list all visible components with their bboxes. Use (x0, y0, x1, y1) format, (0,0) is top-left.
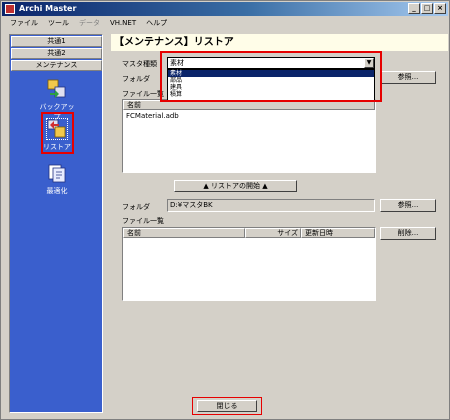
minimize-button[interactable]: _ (408, 3, 420, 14)
maximize-button[interactable]: □ (421, 3, 433, 14)
nav-tab-maintenance[interactable]: メンテナンス (11, 60, 102, 71)
backup-icon (47, 79, 66, 98)
dest-col-size[interactable]: サイズ (245, 228, 301, 238)
master-type-label: マスタ種類 (122, 60, 157, 68)
source-browse-button[interactable]: 参照... (380, 71, 436, 84)
app-icon (5, 4, 15, 14)
nav-panel: 共通1 共通2 メンテナンス バックアップ リストア 最適化 (9, 34, 103, 413)
start-restore-button[interactable]: ▲ リストアの開始 ▲ (174, 180, 297, 192)
title-bar: Archi Master _ □ × (2, 2, 448, 16)
menu-file[interactable]: ファイル (5, 18, 43, 28)
delete-button[interactable]: 削除... (380, 227, 436, 240)
nav-item-optimize[interactable]: 最適化 (37, 163, 77, 196)
restore-highlight-box (41, 112, 74, 154)
source-file-list[interactable]: 名前 FCMaterial.adb (122, 99, 376, 173)
master-type-highlight-box (160, 51, 382, 102)
menu-vhnet[interactable]: VH.NET (105, 19, 141, 27)
dest-file-list[interactable]: 名前 サイズ 更新日時 (122, 227, 376, 301)
menu-tools[interactable]: ツール (43, 18, 74, 28)
dest-filelist-label: ファイル一覧 (122, 217, 164, 225)
optimize-icon (48, 164, 66, 183)
source-filelist-label: ファイル一覧 (122, 90, 164, 98)
dest-folder-label: フォルダ (122, 203, 150, 211)
nav-tab-common2[interactable]: 共通2 (11, 48, 102, 59)
dest-folder-field[interactable]: D:¥マスタBK (167, 199, 375, 212)
nav-tab-common1[interactable]: 共通1 (11, 36, 102, 47)
page-title: 【メンテナンス】リストア (111, 34, 448, 51)
dest-browse-button[interactable]: 参照... (380, 199, 436, 212)
list-item[interactable]: FCMaterial.adb (126, 112, 179, 120)
close-window-button[interactable]: × (434, 3, 446, 14)
dest-col-modified[interactable]: 更新日時 (301, 228, 375, 238)
menu-help[interactable]: ヘルプ (141, 18, 172, 28)
close-highlight-box (192, 397, 262, 415)
dest-col-name[interactable]: 名前 (123, 228, 245, 238)
nav-item-optimize-label: 最適化 (46, 187, 68, 195)
source-folder-label: フォルダ (122, 75, 150, 83)
menu-data[interactable]: データ (74, 18, 105, 28)
menu-bar: ファイル ツール データ VH.NET ヘルプ (2, 16, 448, 29)
app-window: Archi Master _ □ × ファイル ツール データ VH.NET ヘ… (0, 0, 450, 420)
window-title: Archi Master (19, 4, 77, 13)
